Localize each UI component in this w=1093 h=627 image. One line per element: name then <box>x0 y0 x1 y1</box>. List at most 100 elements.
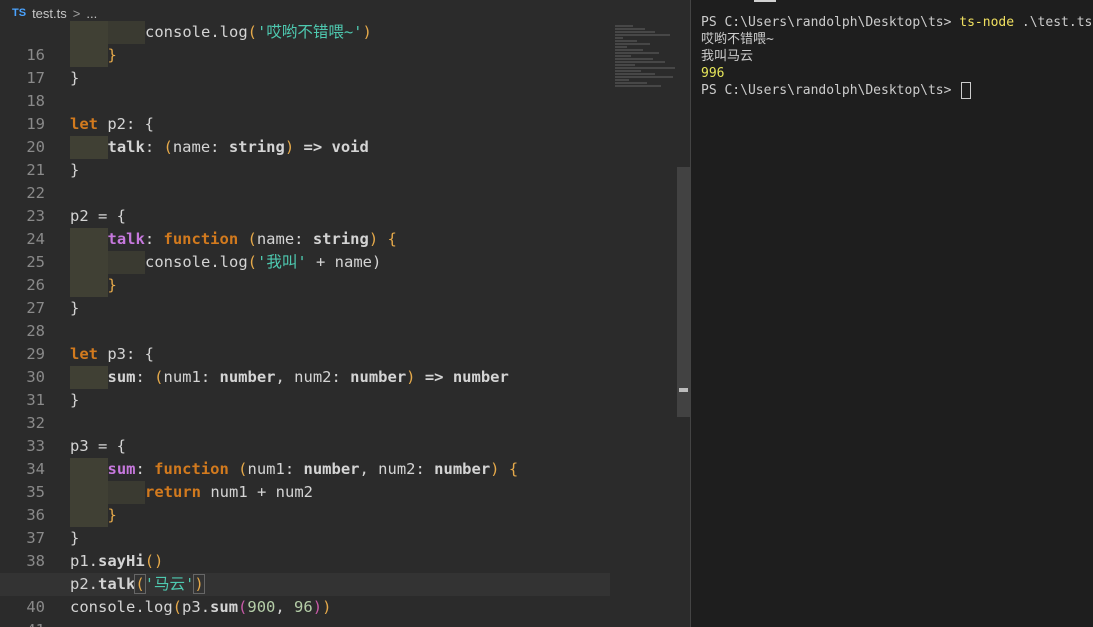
keyword: function <box>154 460 229 478</box>
code-token: p3: { <box>98 345 154 363</box>
code-line[interactable]: 22 } <box>0 159 610 202</box>
code-token: ( <box>172 598 183 616</box>
code-token: log <box>144 598 173 616</box>
code-token: ( <box>238 598 248 616</box>
terminal-output: 哎哟不错喂~ <box>701 32 774 47</box>
code-line[interactable]: 23 <box>0 182 610 225</box>
code-line[interactable]: 30 let p3: { <box>0 343 610 386</box>
code-line-current[interactable]: 40 p2.talk('马云') <box>0 573 610 616</box>
code-token: ) { <box>368 230 397 248</box>
app-window: TS test.ts > ... 16 console.log('哎哟不错喂~'… <box>0 0 1093 627</box>
code-line[interactable]: 37 } <box>0 504 610 547</box>
code-line[interactable]: 38 } <box>0 527 610 570</box>
code-line[interactable]: 20 let p2: { <box>0 113 610 156</box>
code-token: ) <box>312 598 323 616</box>
code-token: sum <box>107 460 136 478</box>
code-line[interactable]: 27 } <box>0 274 610 317</box>
code-line[interactable]: 33 <box>0 412 610 455</box>
terminal-prompt: PS C:\Users\randolph\Desktop\ts> <box>701 83 960 98</box>
code-line[interactable]: 41 console.log(p3.sum(900, 96)) <box>0 596 610 627</box>
string-literal: '哎哟不错喂~' <box>257 23 363 41</box>
code-token: num1 + num2 <box>201 483 313 501</box>
type-token: number <box>219 368 276 386</box>
code-token: num1: <box>163 368 220 386</box>
code-token: p3 = { <box>70 437 126 455</box>
code-token: : <box>135 368 155 386</box>
terminal-output: 996 <box>701 66 725 81</box>
code-line[interactable]: 31 sum: (num1: number, num2: number) => … <box>0 366 610 409</box>
code-token: console <box>70 598 136 616</box>
code-token: talk <box>107 138 145 156</box>
code-line[interactable]: 21 talk: (name: string) => void <box>0 136 610 179</box>
keyword: return <box>145 483 201 501</box>
code-token: () <box>144 552 164 570</box>
editor-scrollbar-thumb[interactable] <box>677 167 690 417</box>
line-number: 41 <box>0 619 45 627</box>
type-token: number <box>434 460 491 478</box>
code-line[interactable]: 26 console.log('我叫' + name) <box>0 251 610 294</box>
code-token: ( <box>163 138 173 156</box>
code-token: , num2: <box>275 368 351 386</box>
code-line[interactable]: 18 } <box>0 67 610 110</box>
code-line[interactable]: 36 return num1 + num2 <box>0 481 610 524</box>
code-token: => <box>415 368 453 386</box>
code-token: name: <box>172 138 229 156</box>
terminal-line: PS C:\Users\randolph\Desktop\ts> ts-node… <box>701 14 1093 31</box>
breadcrumb-file[interactable]: test.ts <box>32 6 67 21</box>
code-line[interactable]: 24 p2 = { <box>0 205 610 248</box>
code-token: , <box>275 598 295 616</box>
terminal-command: ts-node <box>959 15 1015 30</box>
breadcrumb-more[interactable]: ... <box>86 6 97 21</box>
code-token: } <box>107 506 117 524</box>
code-line[interactable]: 35 sum: function (num1: number, num2: nu… <box>0 458 610 501</box>
code-token: ) <box>406 368 416 386</box>
code-token: + name) <box>306 253 382 271</box>
code-line[interactable]: 39 p1.sayHi() <box>0 550 610 593</box>
code-lines[interactable]: 16 console.log('哎哟不错喂~') 17 } 18 } 19 20… <box>0 21 610 627</box>
code-line[interactable]: 16 console.log('哎哟不错喂~') <box>0 21 610 64</box>
code-token: . <box>88 552 99 570</box>
code-token: talk <box>98 575 136 593</box>
string-literal: '马云' <box>144 575 195 593</box>
code-line[interactable]: 29 <box>0 320 610 363</box>
code-token: . <box>135 598 145 616</box>
number-literal: 96 <box>294 598 313 616</box>
code-token: ) { <box>490 460 519 478</box>
type-token: string <box>312 230 369 248</box>
string-literal: '我叫' <box>257 253 307 271</box>
code-token: ( <box>247 253 258 271</box>
minimap[interactable] <box>615 24 677 110</box>
keyword: function <box>163 230 239 248</box>
type-token: number <box>350 368 407 386</box>
code-token: sum <box>107 368 136 386</box>
code-token: . <box>88 575 99 593</box>
keyword: let <box>70 115 98 133</box>
code-line[interactable]: 34 p3 = { <box>0 435 610 478</box>
number-literal: 900 <box>247 598 276 616</box>
code-token: : <box>144 230 164 248</box>
type-token: string <box>228 138 285 156</box>
code-token: : <box>135 460 155 478</box>
terminal-cursor[interactable] <box>961 82 972 99</box>
terminal-panel[interactable]: PS C:\Users\randolph\Desktop\ts> ts-node… <box>690 0 1093 627</box>
code-line[interactable]: 32 } <box>0 389 610 432</box>
code-token: } <box>70 529 80 547</box>
code-line[interactable]: 17 } <box>0 44 610 87</box>
typescript-file-icon: TS <box>12 7 27 19</box>
code-line[interactable]: 19 <box>0 90 610 133</box>
code-token: ) <box>362 23 372 41</box>
code-token: num1: <box>247 460 304 478</box>
code-token: } <box>107 276 117 294</box>
code-token: p1 <box>70 552 89 570</box>
code-editor[interactable]: TS test.ts > ... 16 console.log('哎哟不错喂~'… <box>0 0 690 627</box>
chevron-right-icon: > <box>72 5 81 21</box>
code-token: p2 <box>70 575 89 593</box>
code-token: console <box>145 253 211 271</box>
terminal-command-args: .\test.ts <box>1014 15 1093 30</box>
code-token: . <box>210 253 220 271</box>
code-token: log <box>219 23 248 41</box>
code-line[interactable]: 28 } <box>0 297 610 340</box>
code-token: , num2: <box>359 460 435 478</box>
terminal-line[interactable]: PS C:\Users\randolph\Desktop\ts> <box>701 82 1093 99</box>
code-line[interactable]: 25 talk: function (name: string) { <box>0 228 610 271</box>
